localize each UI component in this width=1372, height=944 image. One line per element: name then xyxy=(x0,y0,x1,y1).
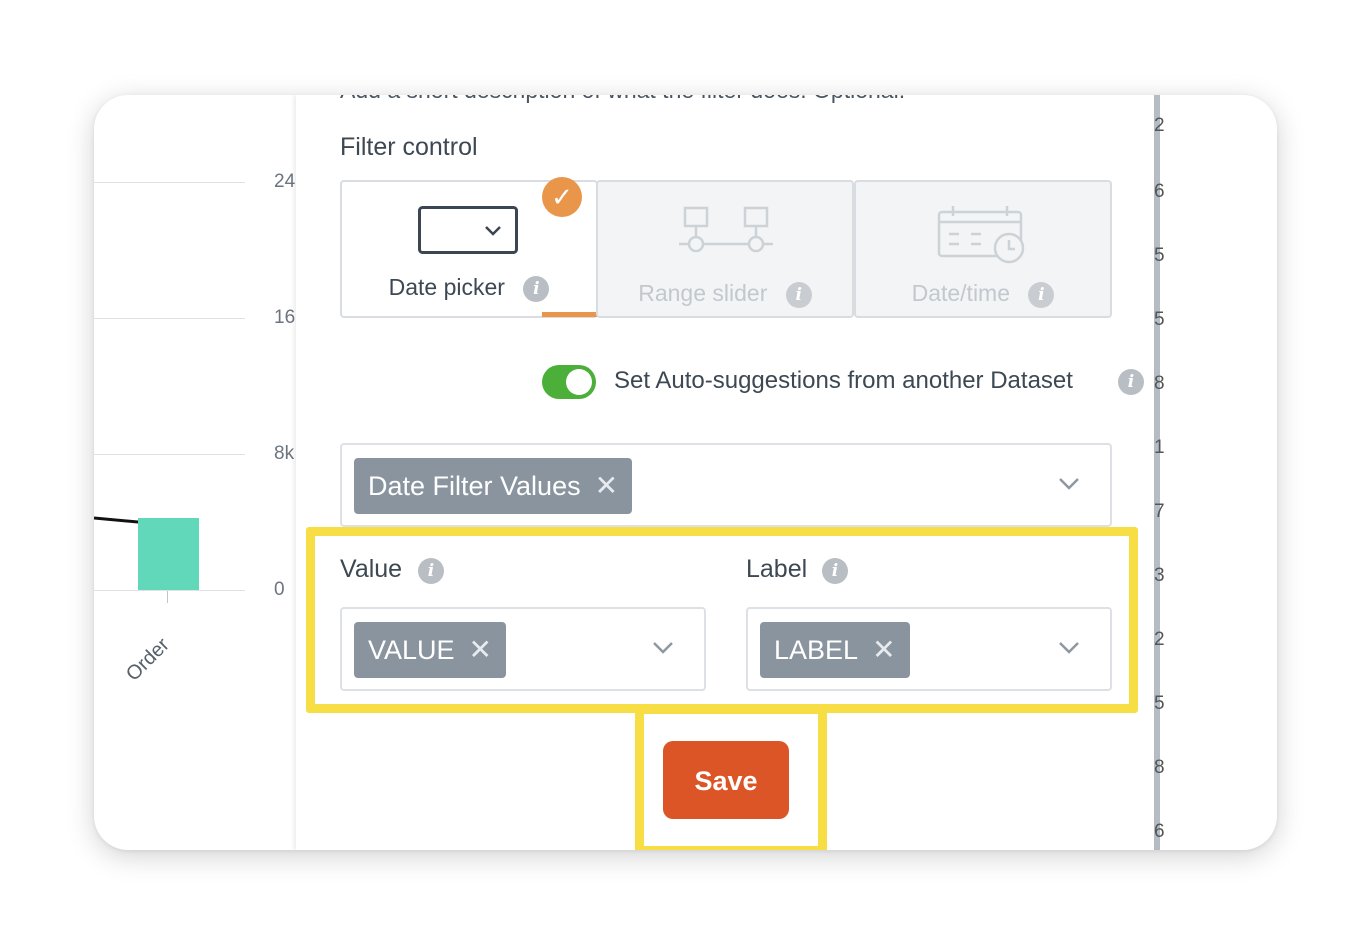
highlight-value-label-fields xyxy=(306,527,1138,713)
check-icon: ✓ xyxy=(542,177,582,217)
control-option-date-time[interactable]: Date/time i xyxy=(854,180,1112,318)
dataset-chip: Date Filter Values ✕ xyxy=(354,458,633,514)
y-tick-label: 24 xyxy=(274,171,296,192)
table-cell: 7 xyxy=(1154,501,1165,522)
background-chart: 24 16 8k 0 Order xyxy=(94,95,304,850)
gridline xyxy=(94,590,245,591)
dataset-select[interactable]: Date Filter Values ✕ xyxy=(340,443,1112,527)
dashboard-card: 24 16 8k 0 Order 2 6 5 5 8 1 7 3 2 5 8 6… xyxy=(94,95,1277,850)
x-axis-label: Order xyxy=(122,633,174,686)
remove-chip-icon[interactable]: ✕ xyxy=(595,470,618,501)
chart-bar xyxy=(138,518,199,590)
control-option-range-slider[interactable]: Range slider i xyxy=(596,180,854,318)
background-table-edge: 2 6 5 5 8 1 7 3 2 5 8 6 xyxy=(1154,95,1166,850)
gridline xyxy=(94,182,245,183)
info-icon[interactable]: i xyxy=(1028,281,1055,308)
gridline xyxy=(94,318,245,319)
control-label: Date/time i xyxy=(856,280,1110,308)
filter-control-label: Filter control xyxy=(340,133,478,161)
info-icon[interactable]: i xyxy=(1118,369,1144,395)
scrollbar-edge xyxy=(1154,95,1160,850)
table-cell: 2 xyxy=(1154,115,1165,136)
description-hint: Add a short description of what the filt… xyxy=(340,95,905,104)
control-label-text: Date picker xyxy=(388,274,505,300)
x-tick xyxy=(167,591,168,603)
auto-suggest-label: Set Auto-suggestions from another Datase… xyxy=(614,367,1073,394)
table-cell: 5 xyxy=(1154,245,1165,266)
chevron-down-icon[interactable] xyxy=(1058,477,1080,491)
control-label: Date picker i xyxy=(342,274,596,302)
y-tick-label: 0 xyxy=(274,579,285,600)
auto-suggest-toggle[interactable] xyxy=(542,365,596,399)
table-cell: 6 xyxy=(1154,821,1165,842)
calendar-clock-icon xyxy=(937,206,1025,264)
highlight-save-button xyxy=(635,705,827,850)
table-cell: 6 xyxy=(1154,181,1165,202)
control-label-text: Range slider xyxy=(638,280,768,306)
control-label: Range slider i xyxy=(598,280,852,308)
range-slider-icon xyxy=(679,206,773,253)
table-cell: 5 xyxy=(1154,693,1165,714)
table-cell: 5 xyxy=(1154,309,1165,330)
gridline xyxy=(94,454,245,455)
y-tick-label: 8k xyxy=(274,443,295,464)
table-cell: 2 xyxy=(1154,629,1165,650)
table-cell: 1 xyxy=(1154,437,1165,458)
table-cell: 8 xyxy=(1154,757,1165,778)
control-label-text: Date/time xyxy=(911,280,1011,306)
info-icon[interactable]: i xyxy=(523,275,550,302)
info-icon[interactable]: i xyxy=(785,281,812,308)
table-cell: 3 xyxy=(1154,565,1165,586)
dropdown-icon xyxy=(418,206,518,254)
chip-label: Date Filter Values xyxy=(368,471,581,501)
table-cell: 8 xyxy=(1154,373,1165,394)
y-tick-label: 16 xyxy=(274,307,296,328)
toggle-knob xyxy=(566,369,592,395)
